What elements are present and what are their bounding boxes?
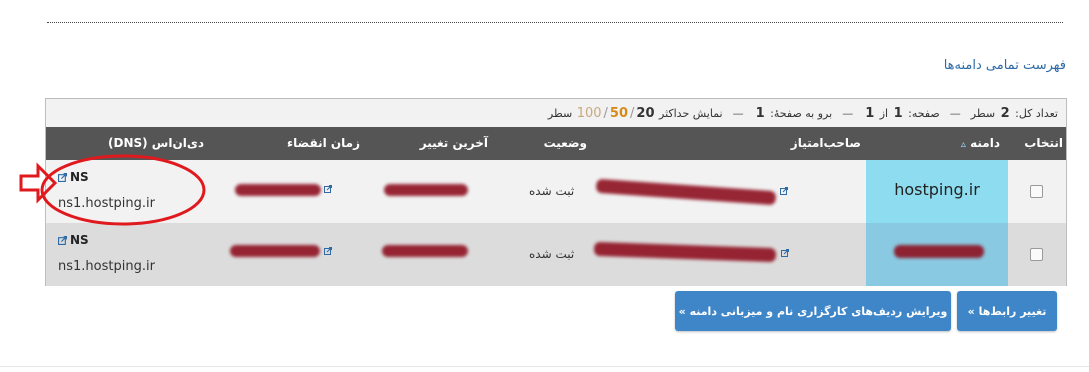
- bottom-divider: [0, 366, 1089, 367]
- arrow-right-icon: [19, 162, 58, 204]
- change-links-button[interactable]: تغییر رابط‌ها »: [957, 291, 1057, 331]
- edit-records-button[interactable]: ویرایش ردیف‌های کارگزاری نام و میزبانی د…: [675, 291, 951, 331]
- highlight-circle: [40, 154, 206, 226]
